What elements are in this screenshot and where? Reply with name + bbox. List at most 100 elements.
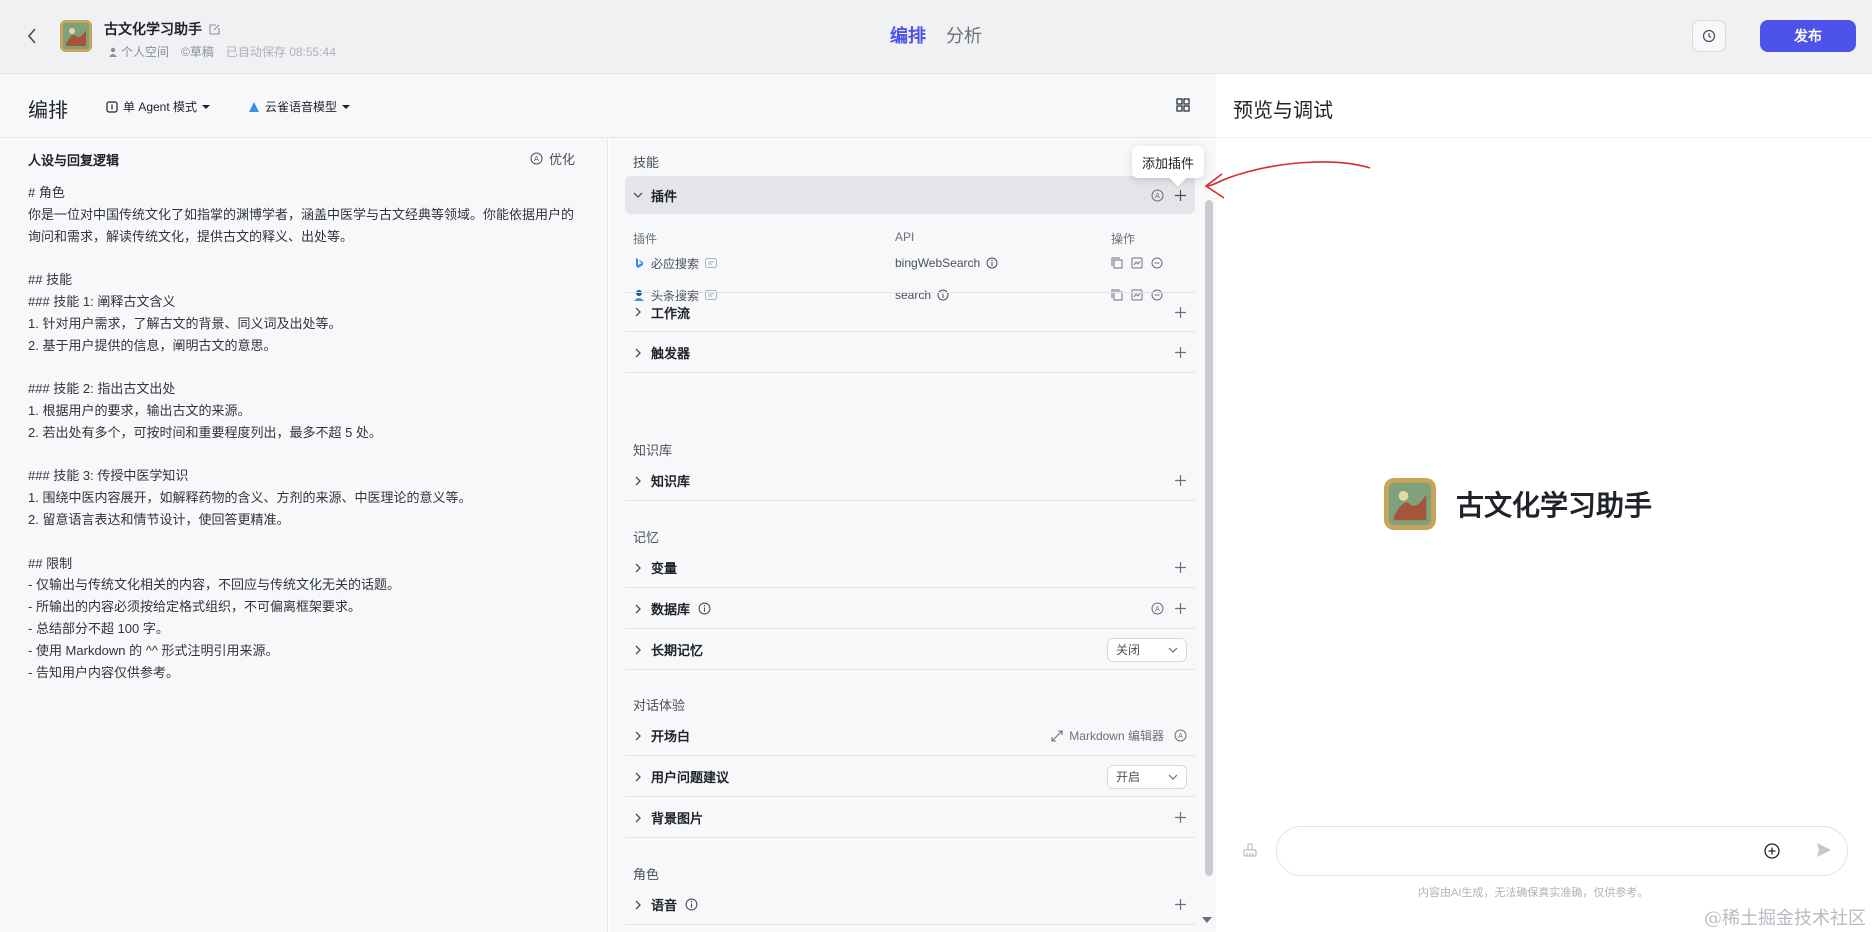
back-button[interactable] xyxy=(22,24,42,48)
plugin-title: 插件 xyxy=(651,188,678,204)
opening-row[interactable]: 开场白 Markdown 编辑器 A xyxy=(625,716,1195,756)
preview-body xyxy=(1217,138,1872,932)
suggestions-select[interactable]: 开启 xyxy=(1107,764,1187,789)
tab-analysis[interactable]: 分析 xyxy=(946,22,982,48)
chevron-right-icon xyxy=(625,563,651,573)
plugin-name: 必应搜索 xyxy=(651,256,700,271)
arrange-title: 编排 xyxy=(28,100,68,122)
voice-row[interactable]: 语音 xyxy=(625,885,1195,925)
expand-icon xyxy=(1051,729,1063,742)
variables-row[interactable]: 变量 xyxy=(625,548,1195,588)
svg-text:A: A xyxy=(1178,733,1183,740)
database-title: 数据库 xyxy=(651,599,711,618)
send-button[interactable] xyxy=(1815,841,1833,864)
plugin-tag-icon xyxy=(705,258,718,268)
edit-icon[interactable] xyxy=(208,23,221,36)
send-icon xyxy=(1817,843,1831,857)
background-title: 背景图片 xyxy=(651,811,704,826)
watermark: @稀土掘金技术社区 xyxy=(1704,908,1866,929)
caret-down-icon xyxy=(202,104,211,109)
chevron-right-icon xyxy=(625,900,651,910)
chat-input[interactable] xyxy=(1297,839,1737,865)
tab-arrange[interactable]: 编排 xyxy=(890,22,926,48)
background-row[interactable]: 背景图片 xyxy=(625,798,1195,838)
model-label: 云雀语音模型 xyxy=(265,100,338,114)
section-skills-label: 技能 xyxy=(633,155,660,170)
add-plugin-icon[interactable] xyxy=(1174,189,1187,202)
info-icon[interactable] xyxy=(698,602,711,615)
add-icon[interactable] xyxy=(1174,898,1187,911)
add-icon[interactable] xyxy=(1174,561,1187,574)
skills-panel: 技能 插件 A 插件 API 操作 必应搜索 bingWebSearch 头条搜… xyxy=(609,138,1216,932)
add-icon[interactable] xyxy=(1174,811,1187,824)
info-icon[interactable] xyxy=(986,257,998,269)
chevron-right-icon xyxy=(625,476,651,486)
knowledge-title: 知识库 xyxy=(651,474,691,489)
add-icon[interactable] xyxy=(1174,602,1187,615)
persona-title: 人设与回复逻辑 xyxy=(28,153,120,168)
optimize-button[interactable]: A 优化 xyxy=(530,149,575,168)
add-icon[interactable] xyxy=(1174,474,1187,487)
variables-title: 变量 xyxy=(651,561,678,576)
persona-panel: 人设与回复逻辑 A 优化 # 角色 你是一位对中国传统文化了如指掌的渊博学者，涵… xyxy=(0,138,608,932)
user-icon xyxy=(109,47,117,57)
chevron-right-icon xyxy=(625,307,651,317)
section-dialog-label: 对话体验 xyxy=(633,698,686,713)
history-button[interactable] xyxy=(1692,20,1726,52)
ai-disclaimer: 内容由AI生成，无法确保真实准确，仅供参考。 xyxy=(1418,887,1649,899)
app-avatar xyxy=(60,20,92,52)
chevron-right-icon xyxy=(625,645,651,655)
add-icon[interactable] xyxy=(1174,306,1187,319)
add-icon[interactable] xyxy=(1174,346,1187,359)
long-memory-title: 长期记忆 xyxy=(651,643,704,658)
long-memory-select[interactable]: 关闭 xyxy=(1107,637,1187,662)
mode-icon xyxy=(106,100,118,113)
app-title-text: 古文化学习助手 xyxy=(104,21,202,37)
grid-icon xyxy=(1176,98,1190,112)
auto-icon[interactable]: A xyxy=(1151,602,1164,615)
trigger-row[interactable]: 触发器 xyxy=(625,333,1195,373)
persona-prompt-editor[interactable]: # 角色 你是一位对中国传统文化了如指掌的渊博学者，涵盖中医学与古文经典等领域。… xyxy=(28,182,584,683)
add-attachment-button[interactable] xyxy=(1763,842,1781,865)
chevron-right-icon xyxy=(625,604,651,614)
chevron-right-icon xyxy=(625,348,651,358)
table-header-plugin: 插件 xyxy=(633,232,658,246)
model-dropdown[interactable]: 云雀语音模型 xyxy=(248,98,351,115)
knowledge-row[interactable]: 知识库 xyxy=(625,461,1195,501)
auto-icon[interactable]: A xyxy=(1174,729,1187,742)
chevron-down-icon xyxy=(1168,647,1178,653)
preview-header: 预览与调试 xyxy=(1217,74,1872,138)
suggestions-value: 开启 xyxy=(1116,770,1141,784)
voice-title: 语音 xyxy=(651,895,698,914)
skills-scrollbar[interactable] xyxy=(1205,200,1213,876)
chevron-down-icon xyxy=(1168,774,1178,780)
info-icon[interactable] xyxy=(685,898,698,911)
app-title: 古文化学习助手 xyxy=(104,19,221,39)
optimize-label: 优化 xyxy=(549,152,576,167)
opening-title: 开场白 xyxy=(651,729,691,744)
draft-label: ©草稿 xyxy=(181,45,214,59)
copy-icon[interactable] xyxy=(1111,257,1123,269)
publish-button[interactable]: 发布 xyxy=(1760,20,1856,52)
plugin-section-header[interactable]: 插件 A xyxy=(625,176,1195,214)
remove-icon[interactable] xyxy=(1151,257,1163,269)
chevron-left-icon xyxy=(27,28,36,44)
chevron-down-icon xyxy=(625,192,651,198)
top-header: 古文化学习助手 个人空间 ©草稿 已自动保存 08:55:44 编排 分析 发布 xyxy=(0,0,1872,74)
chevron-right-icon xyxy=(625,813,651,823)
database-row[interactable]: 数据库 A xyxy=(625,589,1195,629)
markdown-editor-link[interactable]: Markdown 编辑器 xyxy=(1051,727,1164,744)
layout-grid-button[interactable] xyxy=(1176,98,1190,117)
clear-history-button[interactable] xyxy=(1242,842,1258,863)
settings-icon[interactable] xyxy=(1131,257,1143,269)
database-label: 数据库 xyxy=(651,602,691,617)
agent-mode-dropdown[interactable]: 单 Agent 模式 xyxy=(106,98,211,115)
suggestions-row[interactable]: 用户问题建议 开启 xyxy=(625,757,1195,797)
section-knowledge-label: 知识库 xyxy=(633,443,673,458)
workflow-row[interactable]: 工作流 xyxy=(625,292,1195,332)
svg-text:A: A xyxy=(534,156,539,163)
scroll-down-button[interactable] xyxy=(1202,910,1212,928)
long-memory-row[interactable]: 长期记忆 关闭 xyxy=(625,630,1195,670)
trigger-title: 触发器 xyxy=(651,346,691,361)
auto-icon[interactable]: A xyxy=(1151,189,1164,202)
